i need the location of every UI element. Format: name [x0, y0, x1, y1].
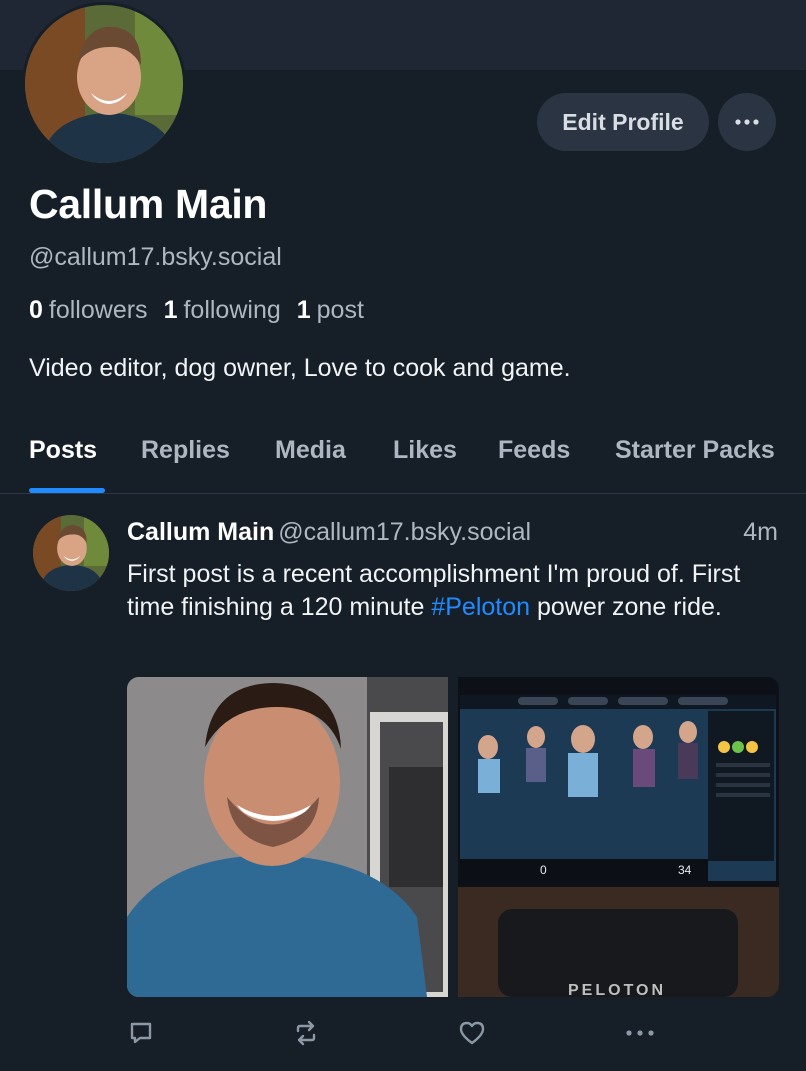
- peloton-metric-b: 34: [678, 863, 692, 877]
- profile-avatar[interactable]: [22, 2, 186, 166]
- tab-likes[interactable]: Likes: [393, 436, 457, 465]
- heart-icon: [459, 1021, 485, 1045]
- peloton-metric-a: 0: [540, 863, 547, 877]
- active-tab-indicator: [29, 488, 105, 493]
- post-text: First post is a recent accomplishment I'…: [127, 558, 787, 624]
- post-timestamp[interactable]: 4m: [743, 518, 778, 547]
- edit-profile-button[interactable]: Edit Profile: [537, 93, 709, 151]
- peloton-screen-photo: 0 34 PELOTON: [458, 677, 779, 997]
- post-avatar-photo: [33, 515, 109, 591]
- post-more-button[interactable]: [622, 1015, 658, 1051]
- post-author-name[interactable]: Callum Main: [127, 518, 274, 546]
- peloton-brand-text: PELOTON: [568, 982, 666, 997]
- post-author-handle[interactable]: @callum17.bsky.social: [278, 518, 531, 546]
- profile-display-name: Callum Main: [29, 181, 268, 227]
- post-image-peloton[interactable]: 0 34 PELOTON: [458, 677, 779, 997]
- tab-starter-packs[interactable]: Starter Packs: [615, 436, 775, 465]
- tab-posts[interactable]: Posts: [29, 436, 97, 465]
- post-hashtag-link[interactable]: #Peloton: [431, 593, 530, 621]
- followers-stat[interactable]: 0 followers: [29, 296, 148, 325]
- profile-bio: Video editor, dog owner, Love to cook an…: [29, 354, 571, 382]
- profile-tabs: Posts Replies Media Likes Feeds Starter …: [0, 420, 806, 494]
- post-avatar[interactable]: [33, 515, 109, 591]
- posts-count: 1: [296, 296, 311, 324]
- posts-stat: 1 post: [297, 296, 364, 325]
- tab-feeds[interactable]: Feeds: [498, 436, 570, 465]
- following-count: 1: [163, 296, 178, 324]
- post-image-selfie[interactable]: [127, 677, 448, 997]
- profile-stats: 0 followers 1 following 1 post: [29, 296, 364, 325]
- selfie-photo: [127, 677, 448, 997]
- reply-button[interactable]: [123, 1015, 159, 1051]
- post-actions: [0, 1015, 806, 1051]
- like-button[interactable]: [454, 1015, 490, 1051]
- profile-handle: @callum17.bsky.social: [29, 243, 282, 271]
- following-stat[interactable]: 1 following: [164, 296, 281, 325]
- followers-label: followers: [48, 296, 148, 324]
- repost-button[interactable]: [288, 1015, 324, 1051]
- more-horizontal-icon: [626, 1030, 654, 1036]
- post-text-tail: power zone ride.: [530, 593, 722, 621]
- avatar-photo: [25, 5, 183, 163]
- posts-label: post: [316, 296, 364, 324]
- followers-count: 0: [29, 296, 43, 324]
- tab-replies[interactable]: Replies: [141, 436, 230, 465]
- reply-icon: [130, 1022, 152, 1044]
- more-horizontal-icon: [735, 119, 759, 125]
- post-header: Callum Main @callum17.bsky.social: [127, 518, 531, 547]
- repost-icon: [296, 1020, 316, 1046]
- following-label: following: [183, 296, 281, 324]
- profile-more-button[interactable]: [718, 93, 776, 151]
- tab-media[interactable]: Media: [275, 436, 346, 465]
